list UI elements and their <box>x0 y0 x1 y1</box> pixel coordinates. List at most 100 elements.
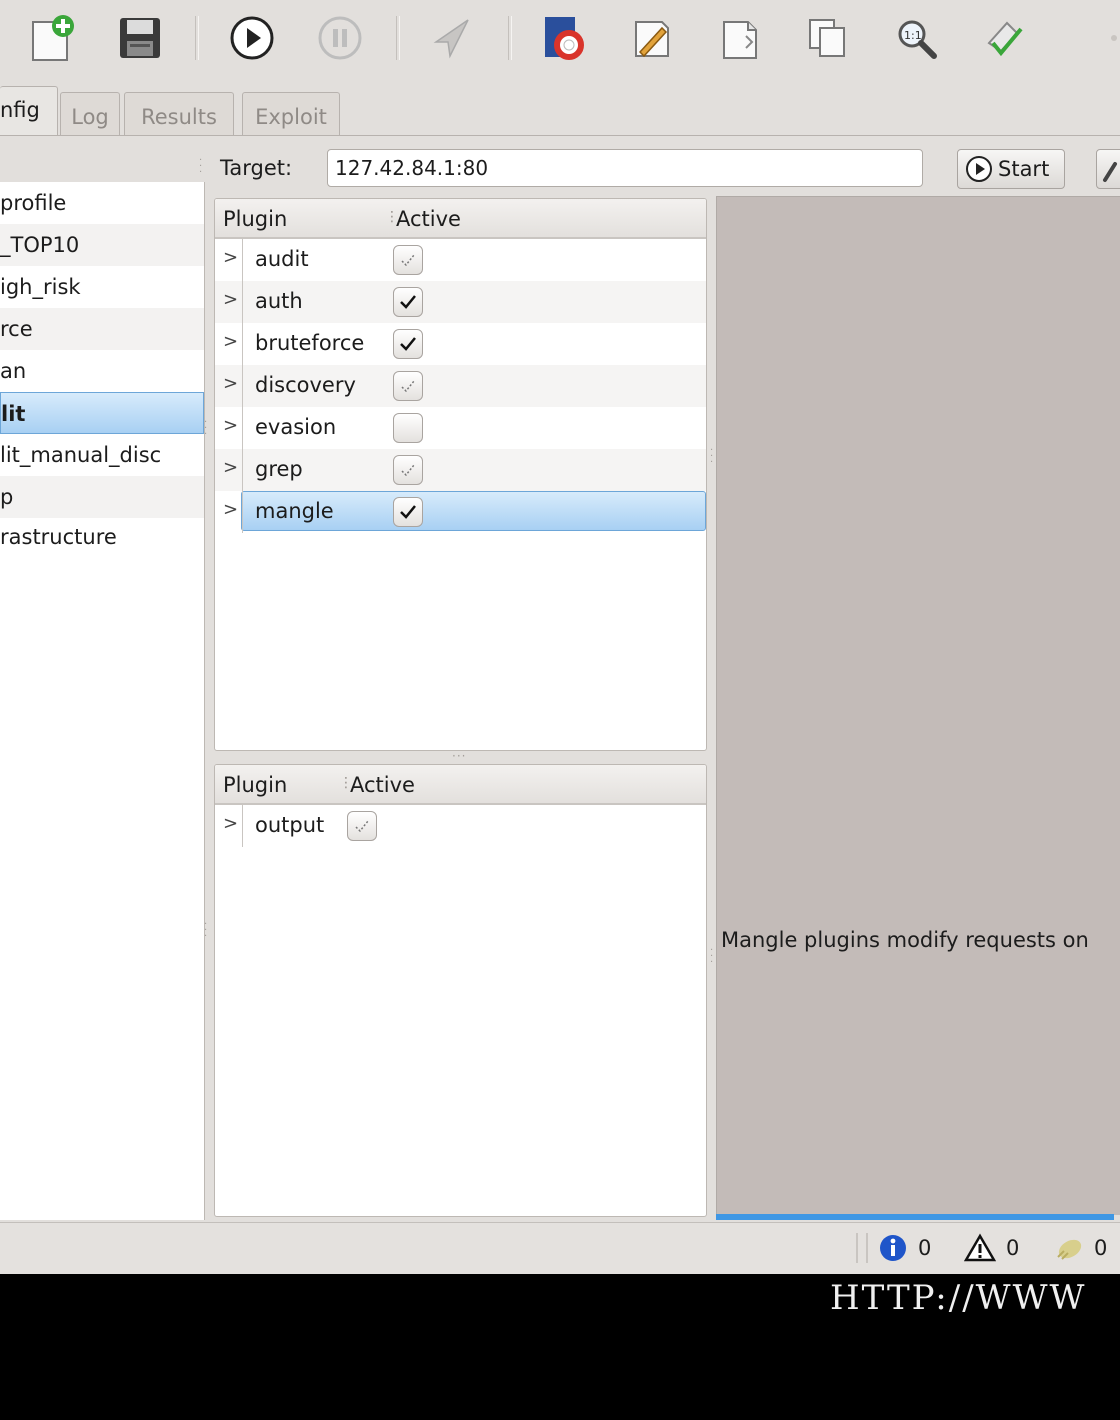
plugins-table-header: Plugin ⋮ Active ⋮ <box>215 199 706 239</box>
expand-arrow-icon[interactable]: > <box>223 499 238 520</box>
plugin-description: Mangle plugins modify requests on <box>721 928 1089 952</box>
column-active[interactable]: Active <box>350 773 415 797</box>
bug-icon <box>1057 1239 1082 1260</box>
tab-exploit[interactable]: Exploit <box>242 92 340 136</box>
plugin-name: bruteforce <box>255 331 365 355</box>
start-button-label: Start <box>998 157 1050 181</box>
launch-icon[interactable] <box>426 12 478 64</box>
clear-icon[interactable] <box>978 12 1030 64</box>
tab-results[interactable]: Results <box>124 92 234 136</box>
expand-arrow-icon[interactable]: > <box>223 247 238 268</box>
profile-item[interactable]: profile <box>0 182 204 224</box>
profile-item[interactable]: p <box>0 476 204 518</box>
plugin-row[interactable]: > audit <box>215 239 706 281</box>
help-icon[interactable] <box>538 12 590 64</box>
plugin-row[interactable]: > discovery <box>215 365 706 407</box>
plugin-row[interactable]: > bruteforce <box>215 323 706 365</box>
info-count: 0 <box>918 1236 932 1260</box>
left-splitter-handle[interactable]: · · · <box>204 418 210 440</box>
watermark-url: HTTP://WWW <box>830 1278 1087 1318</box>
play-icon <box>966 156 992 182</box>
target-label: Target: <box>220 156 293 180</box>
plugin-active-checkbox[interactable] <box>393 413 423 443</box>
plugin-active-checkbox[interactable] <box>393 455 423 485</box>
plugin-active-checkbox[interactable] <box>393 329 423 359</box>
plugin-name: mangle <box>255 499 334 523</box>
tree-line <box>242 239 243 281</box>
advanced-target-button[interactable] <box>1096 149 1120 189</box>
plugin-row-selected[interactable]: > mangle <box>215 491 706 533</box>
play-icon[interactable] <box>226 12 278 64</box>
pause-icon[interactable] <box>314 12 366 64</box>
info-icon <box>880 1235 906 1261</box>
expand-arrow-icon[interactable]: > <box>223 289 238 310</box>
svg-text:1:1: 1:1 <box>904 29 922 42</box>
profile-item[interactable]: an <box>0 350 204 392</box>
start-button[interactable]: Start <box>957 149 1065 189</box>
toolbar: 1:1 <box>0 0 1120 84</box>
profile-item-selected[interactable]: lit <box>0 392 204 434</box>
warning-icon <box>964 1233 996 1262</box>
column-grip[interactable]: · · · <box>199 156 205 178</box>
plugin-name: audit <box>255 247 309 271</box>
tree-line <box>242 323 243 365</box>
plugin-name: discovery <box>255 373 356 397</box>
toolbar-separator <box>195 16 199 60</box>
plugin-active-checkbox[interactable] <box>393 497 423 527</box>
info-status[interactable]: 0 <box>878 1233 931 1263</box>
toolbar-separator <box>508 16 512 60</box>
overflow-icon[interactable] <box>1100 12 1120 64</box>
plugin-name: grep <box>255 457 303 481</box>
column-active[interactable]: Active <box>396 207 461 231</box>
plugin-active-checkbox[interactable] <box>347 811 377 841</box>
plugin-active-checkbox[interactable] <box>393 287 423 317</box>
profile-list-header <box>0 152 204 183</box>
profile-item[interactable]: _TOP10 <box>0 224 204 266</box>
plugin-active-checkbox[interactable] <box>393 371 423 401</box>
plugin-active-checkbox[interactable] <box>393 245 423 275</box>
profile-item[interactable]: igh_risk <box>0 266 204 308</box>
profile-item[interactable]: rce <box>0 308 204 350</box>
column-plugin[interactable]: Plugin <box>223 207 287 231</box>
profile-item[interactable]: lit_manual_disc <box>0 434 204 476</box>
profile-list: profile _TOP10 igh_risk rce an lit lit_m… <box>0 182 205 1220</box>
error-status[interactable]: 0 <box>1052 1233 1107 1263</box>
status-bar: 0 0 0 <box>0 1222 1120 1274</box>
expand-arrow-icon[interactable]: > <box>223 813 238 834</box>
tree-line <box>242 491 243 533</box>
expand-arrow-icon[interactable]: > <box>223 415 238 436</box>
column-grip[interactable]: ⋮ <box>701 775 706 791</box>
plugins-table: Plugin ⋮ Active ⋮ > audit > auth > brute… <box>214 198 707 751</box>
target-input[interactable]: 127.42.84.1:80 <box>327 149 923 187</box>
profile-item[interactable]: rastructure <box>0 518 204 556</box>
tab-divider <box>0 135 1120 136</box>
column-plugin[interactable]: Plugin <box>223 773 287 797</box>
plugin-row[interactable]: > output <box>215 805 706 847</box>
document-icon[interactable] <box>714 12 766 64</box>
plugin-name: evasion <box>255 415 337 439</box>
expand-arrow-icon[interactable]: > <box>223 457 238 478</box>
plugin-row[interactable]: > auth <box>215 281 706 323</box>
expand-arrow-icon[interactable]: > <box>223 373 238 394</box>
plugin-row[interactable]: > evasion <box>215 407 706 449</box>
save-icon[interactable] <box>114 12 166 64</box>
tab-log[interactable]: Log <box>60 92 120 136</box>
expand-arrow-icon[interactable]: > <box>223 331 238 352</box>
edit-icon[interactable] <box>626 12 678 64</box>
left-splitter-handle[interactable]: · · · <box>204 920 210 942</box>
tree-line <box>242 407 243 449</box>
wrench-icon <box>1103 162 1117 182</box>
error-count: 0 <box>1094 1236 1108 1260</box>
table-splitter-handle[interactable]: ··· <box>452 750 472 762</box>
new-profile-icon[interactable] <box>26 12 78 64</box>
copy-icon[interactable] <box>802 12 854 64</box>
tree-line <box>242 449 243 491</box>
plugin-name: auth <box>255 289 303 313</box>
tab-config[interactable]: nfig <box>0 86 58 136</box>
zoom-icon[interactable]: 1:1 <box>890 12 942 64</box>
tree-line <box>242 805 243 847</box>
column-grip[interactable]: ⋮ <box>701 209 706 225</box>
output-table-header: Plugin ⋮ Active ⋮ <box>215 765 706 805</box>
plugin-row[interactable]: > grep <box>215 449 706 491</box>
warning-status[interactable]: 0 <box>964 1233 1019 1263</box>
